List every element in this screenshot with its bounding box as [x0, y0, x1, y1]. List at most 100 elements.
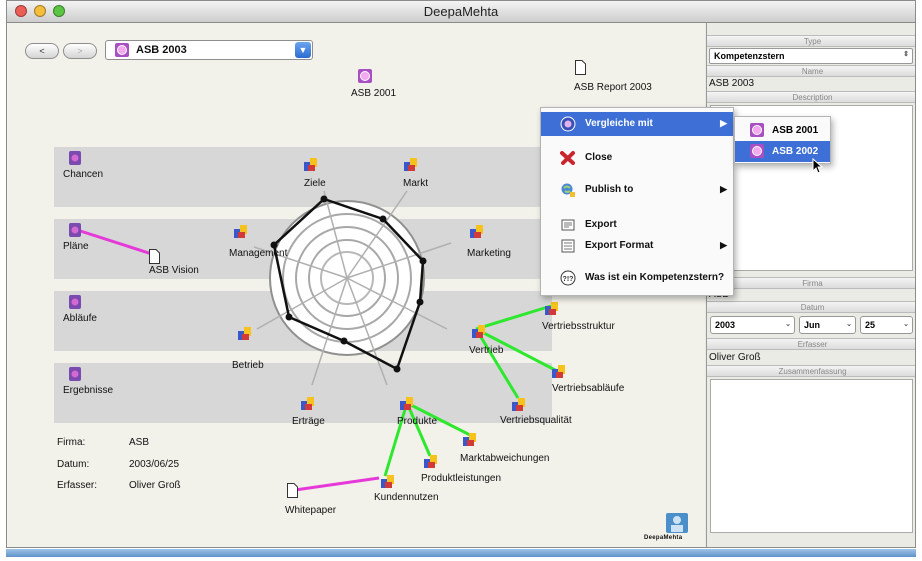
- context-menu: Vergleiche mit ▶ Close Publish to ▶ Expo…: [540, 107, 734, 296]
- document-icon[interactable]: [287, 483, 298, 498]
- chevron-down-icon: ⌄: [846, 321, 852, 328]
- name-header: Name: [707, 65, 915, 77]
- submenu-item-asb2001[interactable]: ASB 2001: [735, 120, 830, 141]
- competence-icon[interactable]: [469, 223, 485, 239]
- competence-betrieb[interactable]: Betrieb: [232, 360, 264, 371]
- band-label-ergebnisse: Ergebnisse: [63, 385, 114, 396]
- competence-icon[interactable]: [511, 396, 527, 412]
- competence-icon[interactable]: [233, 223, 249, 239]
- edge-kundennutzen-whitepaper: [287, 476, 380, 493]
- competence-marktabweichungen[interactable]: Marktabweichungen: [460, 453, 550, 464]
- competence-icon[interactable]: [380, 473, 396, 489]
- app-window: DeepaMehta < > ASB 2003 ▼ DeepaMehta Cha…: [6, 0, 916, 548]
- date-year-select[interactable]: 2003 ⌄: [710, 316, 795, 334]
- competence-produkte[interactable]: Produkte: [397, 416, 437, 427]
- svg-text:?!?: ?!?: [563, 276, 574, 283]
- competence-icon[interactable]: [303, 156, 319, 172]
- submenu-item-label: ASB 2001: [772, 125, 819, 136]
- info-datum-label: Datum:: [57, 459, 90, 470]
- competence-kundennutzen[interactable]: Kundennutzen: [374, 492, 439, 503]
- menu-item-help[interactable]: ?!? Was ist ein Kompetenzstern?: [541, 266, 733, 290]
- description-header: Description: [707, 91, 915, 103]
- band-label-plaene: Pläne: [63, 241, 89, 252]
- menu-item-label: Was ist ein Kompetenzstern?: [585, 272, 725, 283]
- ergebnisse-icon[interactable]: [67, 366, 83, 382]
- document-icon[interactable]: [575, 60, 586, 75]
- competence-vertriebsqualitaet[interactable]: Vertriebsqualität: [500, 415, 572, 426]
- chancen-icon[interactable]: [67, 150, 83, 166]
- submenu-arrow-icon: ▶: [720, 118, 727, 128]
- property-panel: Type Kompetenzstern ⇕ Name ASB 2003 Desc…: [706, 23, 915, 547]
- menu-item-export-format[interactable]: Export Format ▶: [541, 234, 733, 258]
- info-firma-label: Firma:: [57, 437, 86, 448]
- competence-ertraege[interactable]: Erträge: [292, 416, 325, 427]
- submenu-arrow-icon: ▶: [720, 184, 727, 194]
- erfasser-value[interactable]: Oliver Groß: [709, 352, 761, 363]
- topic-asb2001[interactable]: ASB 2001: [351, 88, 396, 99]
- plaene-icon[interactable]: [67, 222, 83, 238]
- competence-icon[interactable]: [399, 395, 415, 411]
- menu-item-label: Close: [585, 152, 613, 163]
- topic-asb-report[interactable]: ASB Report 2003: [574, 82, 652, 93]
- competence-icon[interactable]: [300, 395, 316, 411]
- date-day-value: 25: [865, 320, 876, 330]
- competence-icon[interactable]: [471, 323, 487, 339]
- close-icon: [560, 151, 575, 165]
- menu-item-close[interactable]: Close: [541, 146, 733, 170]
- date-month-value: Jun: [804, 320, 821, 330]
- export-icon: [561, 219, 575, 231]
- competence-icon[interactable]: [237, 325, 253, 341]
- competence-icon[interactable]: [462, 431, 478, 447]
- competence-icon[interactable]: [544, 300, 560, 316]
- edge-vertrieb-struktur: [475, 304, 552, 331]
- competence-markt[interactable]: Markt: [403, 178, 428, 189]
- info-erfasser-value: Oliver Groß: [129, 480, 181, 491]
- submenu-arrow-icon: ▶: [720, 240, 727, 250]
- document-icon[interactable]: [149, 249, 160, 264]
- competence-vertriebsablaeufe[interactable]: Vertriebsabläufe: [552, 383, 624, 394]
- chevron-down-icon: ⌄: [903, 321, 909, 328]
- competence-management[interactable]: Management: [229, 248, 287, 259]
- export-format-icon: [561, 239, 575, 253]
- date-day-select[interactable]: 25 ⌄: [860, 316, 913, 334]
- competence-icon[interactable]: [423, 453, 439, 469]
- type-select-value: Kompetenzstern: [714, 51, 785, 61]
- date-year-value: 2003: [715, 320, 736, 330]
- deepamehta-logo: [666, 513, 688, 533]
- competence-icon[interactable]: [403, 156, 419, 172]
- type-header: Type: [707, 35, 915, 47]
- edge-produkte-kunden: [383, 402, 409, 477]
- menu-item-label: Export: [585, 219, 617, 230]
- status-bar: [6, 549, 916, 557]
- competence-marketing[interactable]: Marketing: [467, 248, 511, 259]
- kompetenzstern-icon[interactable]: [357, 68, 373, 84]
- menu-item-label: Export Format: [585, 240, 654, 251]
- competence-ziele[interactable]: Ziele: [304, 178, 326, 189]
- stepper-icon: ⇕: [903, 51, 909, 58]
- menu-item-publish[interactable]: Publish to ▶: [541, 178, 733, 202]
- name-value[interactable]: ASB 2003: [709, 78, 754, 89]
- topic-asb-vision[interactable]: ASB Vision: [149, 265, 199, 276]
- topic-whitepaper[interactable]: Whitepaper: [285, 505, 336, 516]
- info-erfasser-label: Erfasser:: [57, 480, 98, 491]
- mouse-cursor-icon: [812, 158, 824, 174]
- menu-item-vergleiche[interactable]: Vergleiche mit ▶: [541, 112, 733, 136]
- menu-item-label: Vergleiche mit: [585, 118, 653, 129]
- deepamehta-logo-text: DeepaMehta: [644, 535, 683, 541]
- help-icon: ?!?: [560, 270, 576, 286]
- publish-icon: [561, 183, 575, 197]
- menu-item-label: Publish to: [585, 184, 634, 195]
- zusammenfassung-textarea[interactable]: [710, 379, 913, 533]
- ablaeufe-icon[interactable]: [67, 294, 83, 310]
- type-select[interactable]: Kompetenzstern ⇕: [709, 48, 913, 64]
- submenu-item-label: ASB 2002: [772, 146, 819, 157]
- band-label-ablaeufe: Abläufe: [63, 313, 97, 324]
- competence-vertriebsstruktur[interactable]: Vertriebsstruktur: [542, 321, 615, 332]
- competence-vertrieb[interactable]: Vertrieb: [469, 345, 503, 356]
- date-month-select[interactable]: Jun ⌄: [799, 316, 856, 334]
- compare-icon: [560, 116, 576, 132]
- competence-icon[interactable]: [551, 363, 567, 379]
- competence-star: [253, 190, 452, 386]
- datum-header: Datum: [707, 301, 915, 313]
- competence-produktleistungen[interactable]: Produktleistungen: [421, 473, 501, 484]
